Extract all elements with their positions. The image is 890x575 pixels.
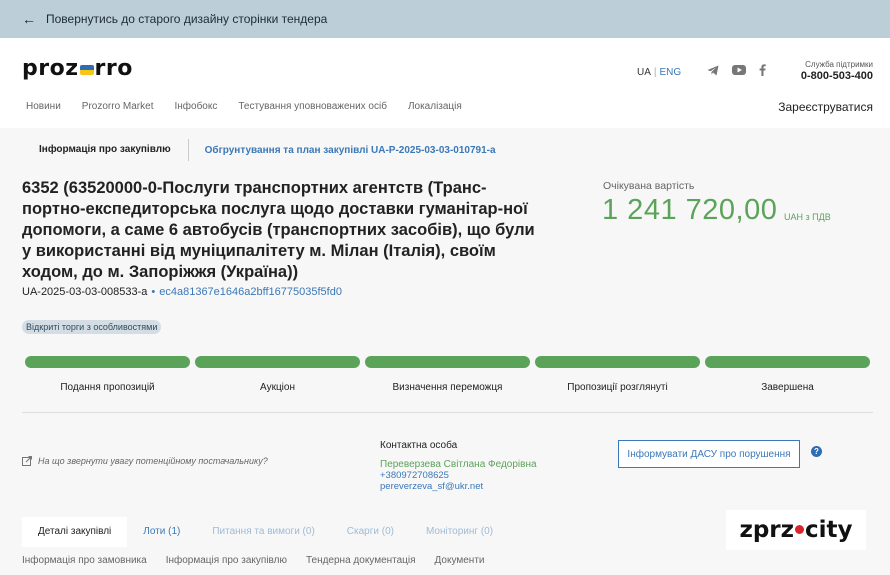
- anchor-customer-info[interactable]: Інформація про замовника: [22, 555, 147, 566]
- tender-stages: Подання пропозицій Аукціон Визначення пе…: [25, 356, 870, 393]
- back-to-old-design-link[interactable]: Повернутись до старого дизайну сторінки …: [46, 12, 327, 26]
- tab-questions[interactable]: Питання та вимоги (0): [196, 517, 330, 547]
- stage-label: Подання пропозицій: [60, 382, 155, 393]
- contact-person: Контактна особа Переверзева Світлана Фед…: [380, 440, 537, 492]
- support-phone[interactable]: 0-800-503-400: [801, 70, 873, 82]
- zprz-city-watermark: zprz city: [726, 510, 866, 550]
- support-block: Служба підтримки 0-800-503-400: [801, 60, 873, 82]
- watermark-left: zprz: [739, 517, 795, 543]
- tender-title: 6352 (63520000-0-Послуги транспортних аг…: [22, 179, 535, 281]
- social-links: [707, 64, 766, 76]
- stage-bar: [535, 356, 700, 368]
- stage-bar: [365, 356, 530, 368]
- youtube-icon[interactable]: [732, 65, 746, 75]
- main-nav: Новини Prozorro Market Інфобокс Тестуван…: [26, 101, 462, 112]
- tender-id: UA-2025-03-03-008533-a: [22, 286, 148, 298]
- support-label: Служба підтримки: [805, 60, 873, 69]
- tender-identifiers: UA-2025-03-03-008533-a • ec4a81367e1646a2b…: [22, 286, 342, 298]
- tender-hash-link[interactable]: ec4a81367e1646a2bff16775035f5fd0: [159, 286, 342, 298]
- stage-label: Визначення переможця: [392, 382, 503, 393]
- arrow-left-icon: ←: [22, 11, 36, 27]
- language-switcher: UA | ENG: [637, 67, 681, 78]
- report-violation-button[interactable]: Інформувати ДАСУ про порушення: [618, 440, 800, 468]
- external-link-icon: [22, 456, 32, 466]
- nav-item-market[interactable]: Prozorro Market: [82, 101, 154, 112]
- stage-bar: [195, 356, 360, 368]
- procurement-subtabs: Інформація про закупівлю Обгрунтування т…: [22, 138, 496, 162]
- expected-value-label: Очікувана вартість: [603, 180, 695, 192]
- contact-title: Контактна особа: [380, 440, 458, 451]
- stage-label: Аукціон: [260, 382, 295, 393]
- anchor-tender-docs[interactable]: Тендерна документація: [306, 555, 416, 566]
- logo-text-right: rro: [94, 56, 133, 81]
- lang-ua[interactable]: UA: [637, 67, 651, 78]
- site-header: proz rro UA | ENG Служба підтримки 0-800-5…: [0, 38, 890, 128]
- section-anchor-links: Інформація про замовника Інформація про …: [22, 555, 485, 566]
- expected-value-amount: 1 241 720,00: [602, 194, 778, 226]
- tab-plan-justification[interactable]: Обгрунтування та план закупівлі UA-P-202…: [189, 145, 496, 156]
- nav-item-news[interactable]: Новини: [26, 101, 61, 112]
- stage-submission: Подання пропозицій: [25, 356, 190, 393]
- watermark-dot: [795, 524, 805, 534]
- telegram-icon[interactable]: [707, 65, 719, 76]
- contact-email[interactable]: pereverzeva_sf@ukr.net: [380, 481, 537, 492]
- anchor-documents[interactable]: Документи: [435, 555, 485, 566]
- tender-main-tabs: Деталі закупівлі Лоти (1) Питання та вим…: [22, 517, 509, 547]
- stage-bar: [25, 356, 190, 368]
- anchor-procurement-info[interactable]: Інформація про закупівлю: [166, 555, 287, 566]
- supplier-hint-text: На що звернути увагу потенційному постач…: [38, 456, 268, 466]
- question-icon[interactable]: ?: [811, 446, 822, 457]
- supplier-hint-link[interactable]: На що звернути увагу потенційному постач…: [22, 456, 268, 466]
- stage-label: Пропозиції розглянуті: [567, 382, 668, 393]
- watermark-right: city: [805, 517, 853, 543]
- tab-procurement-details[interactable]: Деталі закупівлі: [22, 517, 128, 547]
- nav-item-infobox[interactable]: Інфобокс: [174, 101, 217, 112]
- register-link[interactable]: Зареєструватися: [778, 100, 873, 114]
- nav-item-localization[interactable]: Локалізація: [408, 101, 462, 112]
- tab-lots[interactable]: Лоти (1): [127, 517, 196, 547]
- contact-name: Переверзева Світлана Федорівна: [380, 459, 537, 470]
- nav-item-testing[interactable]: Тестування уповноважених осіб: [238, 101, 387, 112]
- stage-label: Завершена: [761, 382, 814, 393]
- stage-winner: Визначення переможця: [365, 356, 530, 393]
- ukraine-flag-icon: [79, 64, 94, 75]
- contact-phone[interactable]: +380972708625: [380, 470, 537, 481]
- back-to-old-design-bar[interactable]: ← Повернутись до старого дизайну сторінк…: [0, 0, 890, 38]
- tab-complaints[interactable]: Скарги (0): [331, 517, 410, 547]
- expected-value-unit: UAH з ПДВ: [784, 212, 831, 222]
- procedure-type-badge: Відкриті торги з особливостями: [22, 320, 162, 334]
- stage-completed: Завершена: [705, 356, 870, 393]
- id-separator: •: [151, 286, 156, 298]
- stage-bar: [705, 356, 870, 368]
- lang-eng[interactable]: ENG: [660, 67, 682, 78]
- logo-text-left: proz: [22, 56, 79, 81]
- stage-reviewed: Пропозиції розглянуті: [535, 356, 700, 393]
- prozorro-logo[interactable]: proz rro: [22, 56, 133, 81]
- facebook-icon[interactable]: [759, 64, 766, 76]
- stage-auction: Аукціон: [195, 356, 360, 393]
- tab-procurement-info[interactable]: Інформація про закупівлю: [22, 139, 189, 161]
- lang-separator: |: [653, 67, 657, 78]
- tab-monitoring[interactable]: Моніторинг (0): [410, 517, 509, 547]
- section-divider: [22, 412, 873, 413]
